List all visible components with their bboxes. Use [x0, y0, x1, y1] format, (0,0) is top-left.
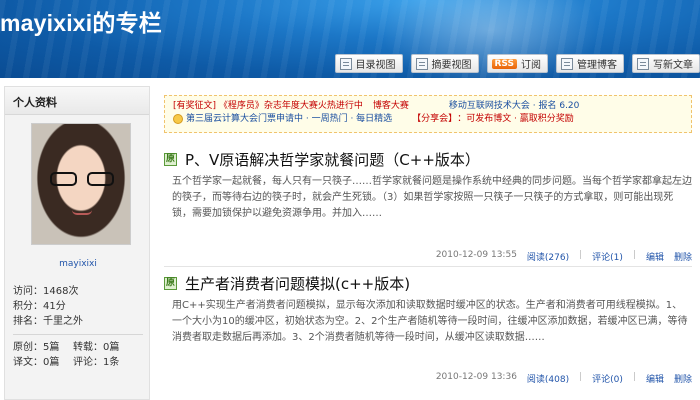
manage-blog-label: 管理博客	[577, 60, 617, 71]
directory-view-label: 目录视图	[355, 60, 396, 71]
write-article-label: 写新文章	[653, 60, 693, 71]
stat-points: 积分：41分	[13, 301, 66, 312]
article-read-link[interactable]: 阅读(408)	[527, 372, 569, 385]
summary-icon	[415, 57, 428, 70]
article-meta: 2010-12-09 13:55 阅读(276) | 评论(1) | 编辑 删除	[435, 250, 692, 263]
article-date: 2010-12-09 13:36	[435, 372, 517, 382]
stat-original: 原创：5篇	[13, 342, 60, 353]
article-title-link[interactable]: 生产者消费者问题模拟(c++版本)	[185, 273, 410, 294]
article-divider	[164, 266, 692, 267]
blog-header: mayixixi的专栏 目录视图 摘要视图 RSS 订阅 管理博客 写新文章	[0, 0, 700, 78]
stat-rank: 排名：千里之外	[13, 316, 83, 327]
article-edit-link[interactable]: 编辑	[646, 250, 664, 263]
notice-link-6[interactable]: ：可发布博文 · 赢取积分奖励	[457, 113, 574, 126]
article-delete-link[interactable]: 删除	[674, 250, 692, 263]
notice-link-4[interactable]: 第三届云计算大会门票申请中 · 一周热门 · 每日精选	[186, 113, 392, 126]
subscribe-button[interactable]: RSS 订阅	[486, 54, 548, 73]
article-item: 原 生产者消费者问题模拟(c++版本) 用C++实现生产者消费者问题模拟，显示每…	[164, 272, 692, 385]
manage-icon	[561, 57, 573, 70]
article-delete-link[interactable]: 删除	[674, 372, 692, 385]
avatar-mouth	[72, 210, 92, 215]
notice-link-2[interactable]: 博客大赛	[373, 100, 409, 113]
article-summary: 五个哲学家一起就餐，每人只有一只筷子……哲学家就餐问题是操作系统中经典的同步问题…	[172, 176, 692, 219]
original-badge-icon: 原	[164, 152, 177, 166]
article-date: 2010-12-09 13:55	[435, 250, 517, 260]
avatar-glasses	[50, 172, 114, 186]
article-item: 原 P、V原语解决哲学家就餐问题（C++版本） 五个哲学家一起就餐，每人只有一只…	[164, 148, 692, 263]
notice-link-3[interactable]: 移动互联网技术大会 · 报名 6.20	[449, 100, 579, 113]
main-content: [有奖征文] 《程序员》杂志年度大赛火热进行中 博客大赛 移动互联网技术大会 ·…	[156, 86, 700, 400]
blog-title[interactable]: mayixixi的专栏	[0, 4, 162, 38]
profile-username[interactable]: mayixixi	[5, 259, 151, 269]
stat-visits: 访问：1468次	[13, 286, 79, 297]
stats-divider	[13, 334, 143, 335]
stat-comments: 评论：1条	[73, 357, 120, 368]
profile-panel-title: 个人资料	[5, 87, 149, 115]
article-title-link[interactable]: P、V原语解决哲学家就餐问题（C++版本）	[185, 149, 480, 170]
notice-link-5[interactable]: 【分享会】	[412, 113, 457, 126]
blog-toolbar: 目录视图 摘要视图 RSS 订阅 管理博客 写新文章	[334, 54, 700, 74]
profile-panel: 个人资料 mayixixi 访问：1468次 积分：41分 排名：千里之外 原创…	[4, 86, 150, 400]
article-edit-link[interactable]: 编辑	[646, 372, 664, 385]
profile-stats: 访问：1468次 积分：41分 排名：千里之外 原创：5篇 转载：0篇 译文：0…	[13, 284, 143, 370]
manage-blog-button[interactable]: 管理博客	[556, 54, 624, 73]
stat-reprint: 转载：0篇	[73, 342, 120, 353]
avatar[interactable]	[31, 123, 131, 245]
article-read-link[interactable]: 阅读(276)	[527, 250, 569, 263]
write-icon	[637, 57, 649, 70]
list-icon	[339, 57, 352, 70]
subscribe-label: 订阅	[521, 60, 541, 71]
directory-view-button[interactable]: 目录视图	[334, 54, 403, 73]
summary-view-label: 摘要视图	[431, 60, 472, 71]
original-badge-icon: 原	[164, 276, 177, 290]
rss-icon: RSS	[491, 58, 517, 69]
article-meta: 2010-12-09 13:36 阅读(408) | 评论(0) | 编辑 删除	[435, 372, 692, 385]
stat-translated: 译文：0篇	[13, 357, 60, 368]
notice-link-1[interactable]: [有奖征文] 《程序员》杂志年度大赛火热进行中	[173, 100, 363, 113]
summary-view-button[interactable]: 摘要视图	[410, 54, 479, 73]
notice-banner: [有奖征文] 《程序员》杂志年度大赛火热进行中 博客大赛 移动互联网技术大会 ·…	[164, 95, 692, 133]
article-comment-link[interactable]: 评论(1)	[592, 250, 623, 263]
lightbulb-icon	[173, 114, 183, 124]
write-article-button[interactable]: 写新文章	[632, 54, 700, 73]
article-summary: 用C++实现生产者消费者问题模拟，显示每次添加和读取数据时缓冲区的状态。生产者和…	[172, 300, 688, 343]
article-comment-link[interactable]: 评论(0)	[592, 372, 623, 385]
